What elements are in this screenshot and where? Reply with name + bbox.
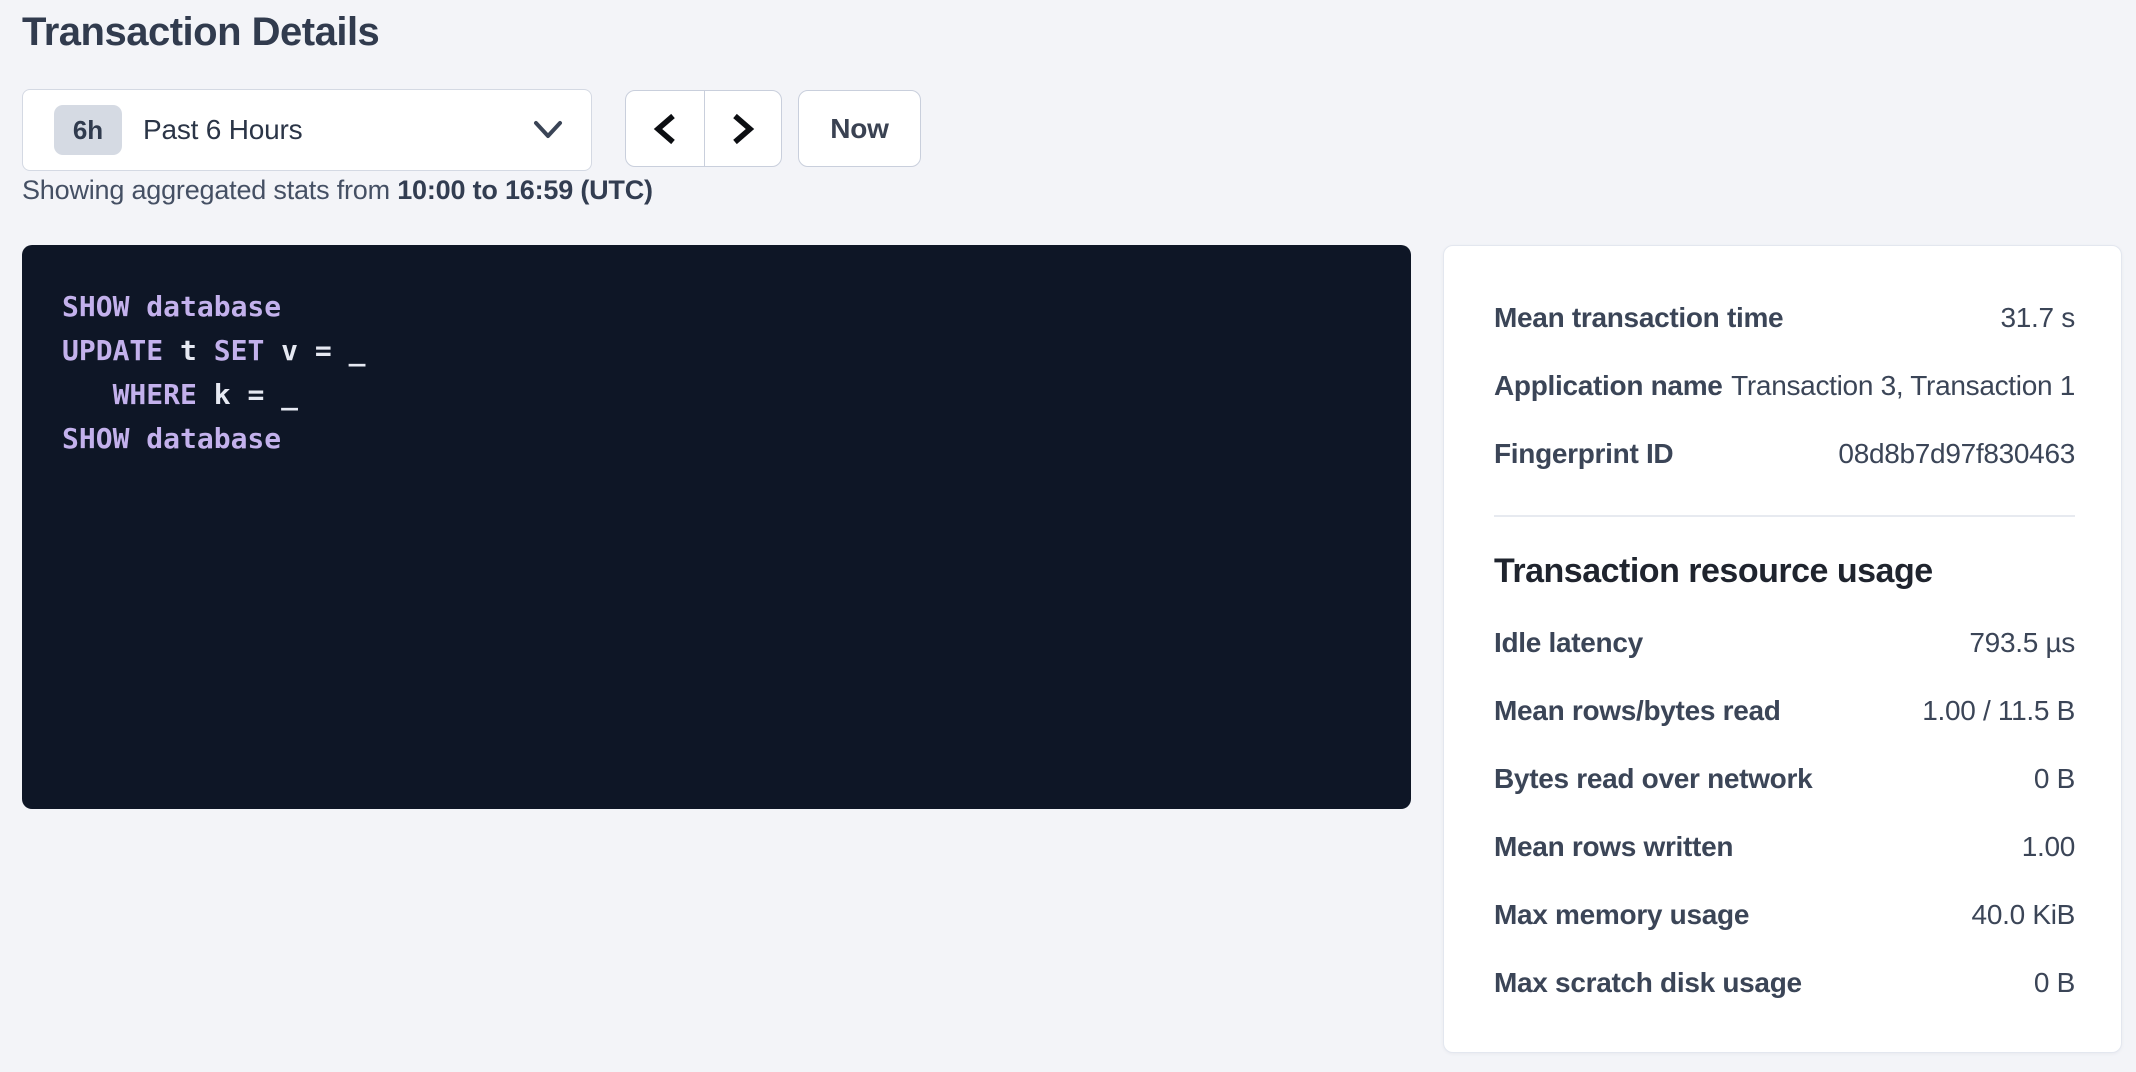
stat-label: Max memory usage xyxy=(1494,899,1749,931)
sql-text: k = _ xyxy=(197,378,298,411)
time-range-badge: 6h xyxy=(54,105,122,155)
time-controls: 6h Past 6 Hours Now xyxy=(22,89,1022,171)
sql-line: WHERE k = _ xyxy=(62,373,1371,417)
chevron-down-icon xyxy=(531,119,565,141)
prev-range-button[interactable] xyxy=(626,91,704,166)
stat-row: Idle latency 793.5 µs xyxy=(1494,609,2075,677)
next-range-button[interactable] xyxy=(704,91,782,166)
aggregated-stats-range: 10:00 to 16:59 (UTC) xyxy=(397,175,653,205)
sql-statement-box: SHOW database UPDATE t SET v = _ WHERE k … xyxy=(22,245,1411,809)
time-range-arrow-group xyxy=(625,90,782,167)
stat-row: Fingerprint ID 08d8b7d97f830463 xyxy=(1494,420,2075,488)
stat-value: 0 B xyxy=(2034,967,2075,999)
stat-row: Max scratch disk usage 0 B xyxy=(1494,949,2075,1017)
stat-label: Idle latency xyxy=(1494,627,1643,659)
chevron-left-icon xyxy=(652,112,678,146)
chevron-right-icon xyxy=(730,112,756,146)
stat-label: Max scratch disk usage xyxy=(1494,967,1802,999)
sql-keyword: WHERE xyxy=(113,378,197,411)
aggregated-stats-text: Showing aggregated stats from 10:00 to 1… xyxy=(22,172,653,208)
stat-row: Mean rows/bytes read 1.00 / 11.5 B xyxy=(1494,677,2075,745)
stat-row: Mean rows written 1.00 xyxy=(1494,813,2075,881)
sql-text: t xyxy=(163,334,214,367)
stat-value: 1.00 xyxy=(2022,831,2075,863)
stat-label: Mean rows written xyxy=(1494,831,1733,863)
stat-row: Application nameTransaction 3, Transacti… xyxy=(1494,352,2075,420)
stat-label: Bytes read over network xyxy=(1494,763,1812,795)
time-range-select[interactable]: 6h Past 6 Hours xyxy=(22,89,592,171)
now-button[interactable]: Now xyxy=(798,90,921,167)
stat-value: 40.0 KiB xyxy=(1972,899,2075,931)
transaction-details-page: Transaction Details 6h Past 6 Hours Now … xyxy=(0,0,2136,1072)
sql-text xyxy=(62,378,113,411)
stat-row: Bytes read over network 0 B xyxy=(1494,745,2075,813)
resource-usage-heading: Transaction resource usage xyxy=(1494,551,2075,591)
panel-divider xyxy=(1494,515,2075,517)
sql-line: SHOW database xyxy=(62,285,1371,329)
time-range-label: Past 6 Hours xyxy=(143,114,302,146)
stat-label: Fingerprint ID xyxy=(1494,438,1673,470)
sql-keyword: UPDATE xyxy=(62,334,163,367)
stat-value: Transaction 3, Transaction 1 xyxy=(1731,370,2075,402)
sql-line: SHOW database xyxy=(62,417,1371,461)
stat-label: Mean transaction time xyxy=(1494,302,1783,334)
sql-keyword: SHOW database xyxy=(62,422,281,455)
stat-value: 08d8b7d97f830463 xyxy=(1838,438,2075,470)
sql-line: UPDATE t SET v = _ xyxy=(62,329,1371,373)
sql-keyword: SET xyxy=(214,334,265,367)
sql-text: v = _ xyxy=(264,334,365,367)
stat-value: 1.00 / 11.5 B xyxy=(1922,695,2075,727)
resource-usage-stats: Idle latency 793.5 µs Mean rows/bytes read… xyxy=(1494,609,2075,1017)
stat-value: 31.7 s xyxy=(2001,302,2075,334)
aggregated-stats-prefix: Showing aggregated stats from xyxy=(22,175,397,205)
transaction-details-panel: Mean transaction time 31.7 s Application n… xyxy=(1443,245,2122,1053)
stat-label: Mean rows/bytes read xyxy=(1494,695,1781,727)
page-title: Transaction Details xyxy=(22,6,379,58)
stat-row: Mean transaction time 31.7 s xyxy=(1494,284,2075,352)
stat-label: Application name xyxy=(1494,370,1723,402)
summary-stats: Mean transaction time 31.7 s Application n… xyxy=(1494,284,2075,488)
stat-value: 793.5 µs xyxy=(1969,627,2075,659)
sql-keyword: SHOW database xyxy=(62,290,281,323)
stat-value: 0 B xyxy=(2034,763,2075,795)
stat-row: Max memory usage 40.0 KiB xyxy=(1494,881,2075,949)
